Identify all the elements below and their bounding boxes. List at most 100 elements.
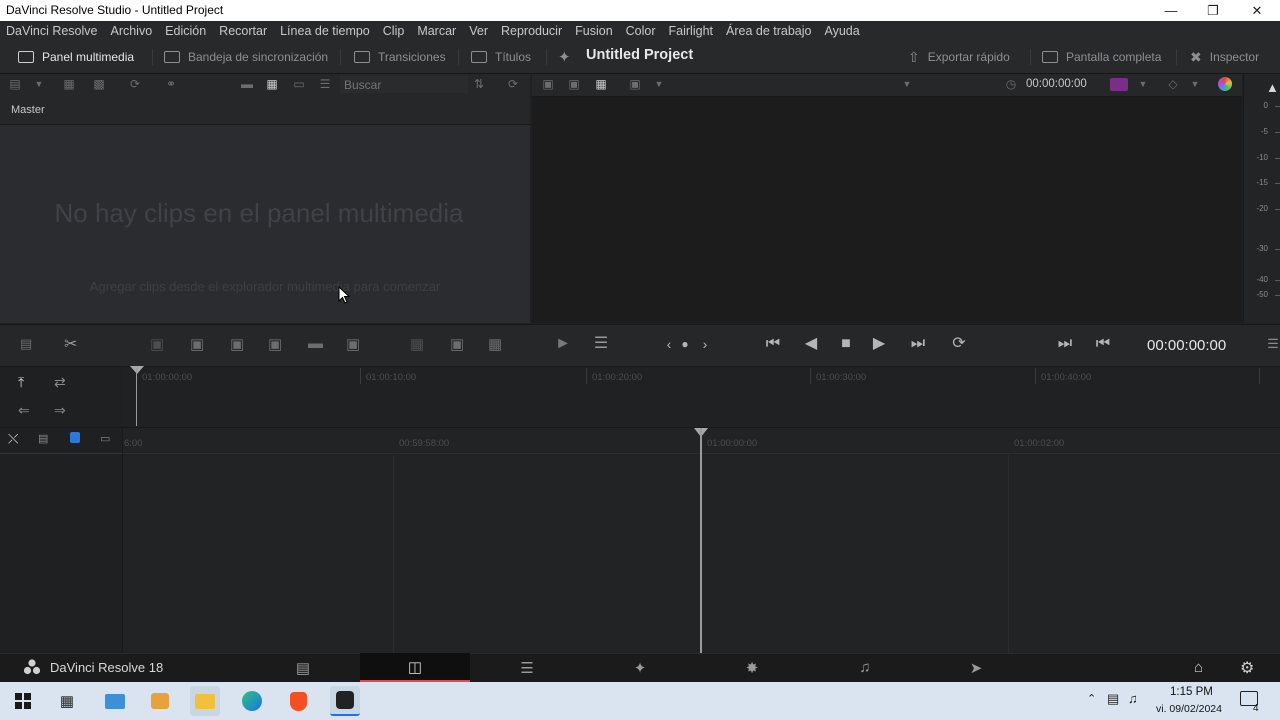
close-up-icon[interactable]: ▣ [268,335,282,353]
speaker-icon[interactable]: ▲ [1266,80,1279,95]
playback-options-icon[interactable]: ► [552,334,574,354]
chevron-down-icon[interactable]: ▼ [32,78,46,91]
smart-insert-icon[interactable]: ▣ [150,335,164,353]
chevron-up-icon[interactable]: ⌃ [1087,692,1096,705]
loop-icon[interactable]: ⟳ [948,334,970,354]
track-options-icon[interactable]: ▭ [100,432,110,445]
chevron-down-icon[interactable]: ▼ [1136,78,1150,91]
jog-right-icon[interactable]: › [694,334,716,354]
minimize-button[interactable]: — [1148,0,1194,21]
import-media-icon[interactable]: ▦ [62,78,76,91]
menu-ver[interactable]: Ver [469,24,488,38]
menu-ayuda[interactable]: Ayuda [824,24,859,38]
relink-icon[interactable]: ⟳ [128,78,142,91]
media-player-icon[interactable] [145,686,175,716]
ripple-overwrite-icon[interactable]: ▣ [230,335,244,353]
menu-archivo[interactable]: Archivo [110,24,152,38]
thumbnail-view-icon[interactable]: ▦ [265,78,279,91]
menu-color[interactable]: Color [626,24,656,38]
transform-icon[interactable]: ◇ [1166,78,1180,91]
stop-icon[interactable]: ■ [835,334,857,354]
inspector-toggle[interactable]: ✖ Inspector [1190,41,1259,73]
chevron-down-icon[interactable]: ▼ [1188,78,1202,91]
upper-timeline[interactable] [122,366,1280,427]
full-screen-button[interactable]: Pantalla completa [1042,41,1161,73]
trim-tool-icon[interactable]: ⇄ [54,374,66,391]
new-bin-icon[interactable]: ▩ [92,78,106,91]
sliders-icon[interactable]: ☰ [590,334,612,354]
titles-toggle[interactable]: Títulos [471,41,531,73]
timeline-select-dropdown-icon[interactable]: ▼ [900,78,914,91]
filmstrip-view-icon[interactable]: ▭ [292,78,306,91]
close-button[interactable]: ✕ [1234,0,1280,21]
master-bin-label[interactable]: Master [11,104,45,116]
play-reverse-icon[interactable]: ◀ [800,334,822,354]
go-to-start-icon[interactable]: ⏮ [762,334,784,354]
volume-icon[interactable]: ♫ [1128,691,1138,706]
task-view-icon[interactable]: ▦ [52,686,82,716]
zoom-icon[interactable]: ▣ [628,78,642,91]
effects-wand-icon[interactable]: ✦ [558,48,571,66]
menu-clip[interactable]: Clip [383,24,405,38]
page-tab-fairlight[interactable]: ♫ [810,653,920,682]
sync-bin-toggle[interactable]: Bandeja de sincronización [164,41,328,73]
file-explorer-icon[interactable] [190,686,220,716]
clock-date[interactable]: vi. 09/02/2024 [1156,703,1222,715]
play-icon[interactable]: ▶ [868,334,890,354]
metadata-view-icon[interactable]: ▬ [240,78,254,91]
menu-linea-de-tiempo[interactable]: Línea de tiempo [280,24,370,38]
list-view-icon[interactable]: ☰ [318,78,332,91]
settings-gear-icon[interactable]: ⚙ [1240,658,1254,678]
link-icon[interactable]: ⚭ [164,78,178,91]
menu-davinci-resolve[interactable]: DaVinci Resolve [6,24,97,38]
search-input[interactable] [340,76,468,93]
sort-icon[interactable]: ⇅ [472,78,486,91]
page-tab-media[interactable]: ▤ [248,653,358,682]
viewer-layout-icon[interactable]: ▣ [541,78,555,91]
transitions-toggle[interactable]: Transiciones [354,41,446,73]
viewer-grid-icon[interactable]: ▦ [594,78,608,91]
edge-browser-icon[interactable] [237,686,267,716]
sidebar-toggle-icon[interactable]: ▤ [8,78,22,91]
remote-desktop-icon[interactable] [100,686,130,716]
menu-fairlight[interactable]: Fairlight [669,24,713,38]
brave-browser-icon[interactable] [283,686,313,716]
insert-tool-icon[interactable]: ⇐ [18,402,30,419]
camera-icon[interactable] [1110,78,1128,91]
previous-edit-icon[interactable]: ⏮ [1092,334,1114,354]
video-viewer[interactable] [532,97,1242,323]
lower-playhead[interactable] [700,428,702,653]
page-tab-deliver[interactable]: ➤ [921,653,1031,682]
go-to-end-icon[interactable]: ⏭ [907,334,929,354]
menu-fusion[interactable]: Fusion [575,24,613,38]
menu-edicion[interactable]: Edición [165,24,206,38]
audio-waveform-icon[interactable]: ▦ [488,335,502,353]
home-icon[interactable]: ⌂ [1194,659,1203,676]
network-icon[interactable]: ▤ [1107,691,1119,707]
menu-marcar[interactable]: Marcar [417,24,456,38]
page-tab-edit[interactable]: ☰ [472,653,582,682]
playhead-handle-icon[interactable] [130,366,144,374]
davinci-resolve-taskbar-icon[interactable] [330,686,360,716]
clock-time[interactable]: 1:15 PM [1170,686,1213,698]
chevron-down-icon[interactable]: ▼ [652,78,666,91]
append-icon[interactable]: ▣ [190,335,204,353]
blade-scissors-icon[interactable]: ✂ [64,334,77,354]
refresh-icon[interactable]: ⟳ [506,78,520,91]
start-windows-icon[interactable] [8,686,38,716]
media-pool-toggle[interactable]: Panel multimedia [18,41,134,73]
next-edit-icon[interactable]: ⏭ [1054,334,1076,354]
quick-export-button[interactable]: ⇧ Exportar rápido [908,41,1010,73]
jog-center-icon[interactable]: ● [674,334,696,354]
viewer-mode-icon[interactable]: ▣ [567,78,581,91]
page-tab-fusion[interactable]: ✦ [585,653,695,682]
menu-area-de-trabajo[interactable]: Área de trabajo [726,24,811,38]
maximize-button[interactable]: ❐ [1190,0,1236,21]
menu-reproducir[interactable]: Reproducir [501,24,562,38]
title-clip-icon[interactable]: ▣ [450,335,464,353]
place-on-top-icon[interactable]: ▬ [308,335,323,352]
more-options-icon[interactable]: ☰ [1262,334,1280,354]
menu-recortar[interactable]: Recortar [219,24,267,38]
transition-icon[interactable]: ▦ [410,335,424,353]
source-overwrite-icon[interactable]: ▣ [346,335,360,353]
